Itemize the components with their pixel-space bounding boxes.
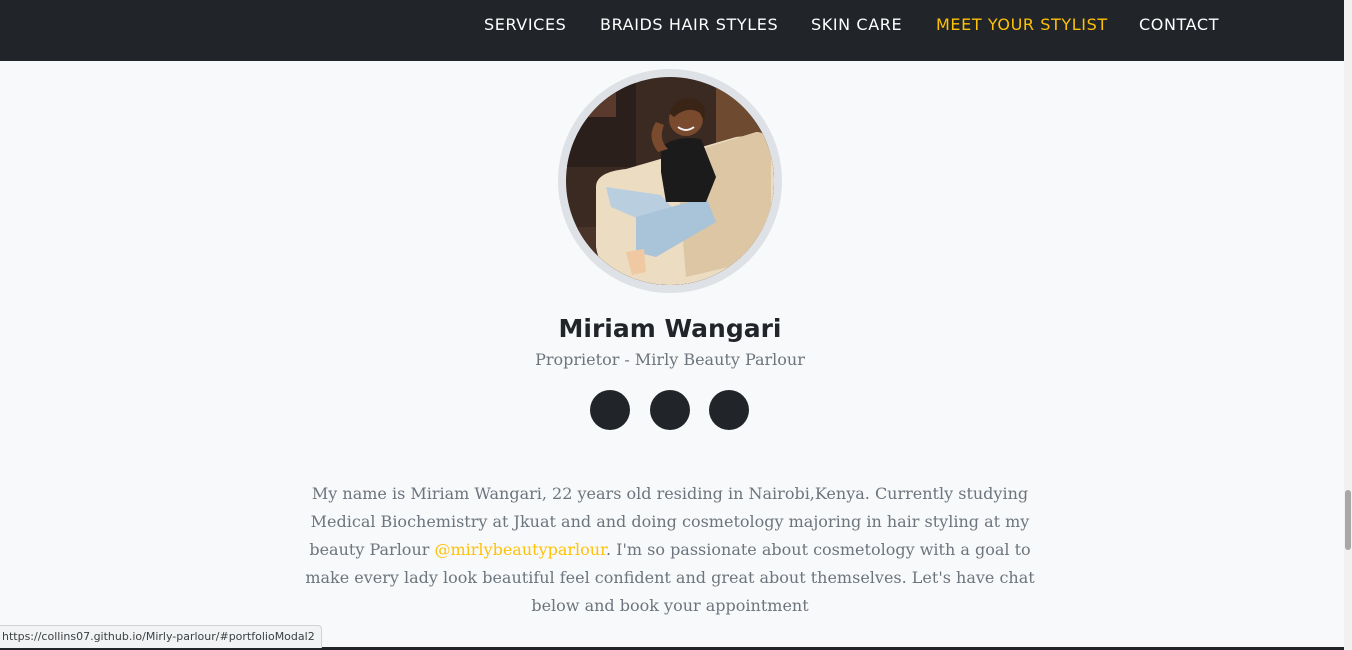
nav-meet-your-stylist[interactable]: MEET YOUR STYLIST [936,15,1108,34]
social-icon-2[interactable] [650,390,690,430]
browser-status-bar-url: https://collins07.github.io/Mirly-parlou… [0,625,322,648]
stylist-role: Proprietor - Mirly Beauty Parlour [535,350,805,369]
social-icon-1[interactable] [590,390,630,430]
stylist-bio: My name is Miriam Wangari, 22 years old … [290,480,1050,620]
instagram-handle-link[interactable]: @mirlybeautyparlour [434,540,606,559]
stylist-name: Miriam Wangari [558,314,782,343]
scrollbar-thumb[interactable] [1345,490,1351,550]
page-scrollbar[interactable] [1344,0,1352,650]
nav-skin-care[interactable]: SKIN CARE [811,15,902,34]
nav-braids-hair-styles[interactable]: BRAIDS HAIR STYLES [600,15,778,34]
stylist-avatar-frame [558,69,782,293]
nav-contact[interactable]: CONTACT [1139,15,1219,34]
nav-services[interactable]: SERVICES [484,15,566,34]
stylist-avatar-photo [566,77,774,285]
top-navbar: SERVICES BRAIDS HAIR STYLES SKIN CARE ME… [0,0,1344,61]
social-icon-3[interactable] [709,390,749,430]
